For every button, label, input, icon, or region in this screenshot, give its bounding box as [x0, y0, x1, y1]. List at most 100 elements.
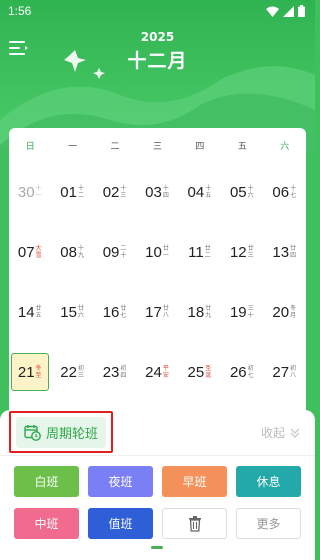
day-content: 06 十七 — [270, 173, 299, 211]
lunar-date: 初七 — [248, 365, 255, 379]
lunar-char: 七 — [120, 312, 127, 319]
lunar-date: 廿一 — [163, 245, 170, 259]
day-content: 10 廿一 — [143, 233, 172, 271]
day-cell[interactable]: 22 初三 — [51, 342, 93, 402]
shift-label: 更多 — [256, 517, 281, 531]
day-number: 01 — [60, 183, 77, 201]
day-cell[interactable]: 26 初七 — [221, 342, 263, 402]
lunar-char: 十 — [205, 185, 212, 192]
lunar-char: 廿 — [35, 305, 42, 312]
day-cell[interactable]: 14 廿五 — [9, 282, 51, 342]
day-cell[interactable]: 01 十二 — [51, 162, 93, 222]
lunar-date: 廿六 — [78, 305, 85, 319]
lunar-char: 九 — [77, 252, 84, 259]
lunar-char: 七 — [290, 192, 297, 199]
status-bar: 1:56 — [0, 0, 315, 22]
lunar-char: 三 — [77, 372, 84, 379]
lunar-char: 雪 — [35, 252, 42, 259]
shift-night-button[interactable]: 夜班 — [88, 466, 153, 497]
day-cell[interactable]: 24 平安 — [136, 342, 178, 402]
day-number: 06 — [272, 183, 290, 201]
lunar-date: 廿九 — [205, 305, 212, 319]
rotation-highlight[interactable]: 周期轮班 — [9, 411, 113, 453]
weekday-label: 二 — [110, 141, 120, 152]
day-number: 18 — [187, 303, 205, 321]
lunar-char: 一 — [35, 192, 42, 199]
day-cell[interactable]: 25 圣诞 — [179, 342, 221, 402]
lunar-char: 初 — [247, 365, 254, 372]
day-cell[interactable]: 17 廿八 — [136, 282, 178, 342]
lunar-char: 月 — [290, 312, 297, 319]
shift-label: 夜班 — [108, 475, 133, 489]
day-cell[interactable]: 10 廿一 — [136, 222, 178, 282]
day-content: 09 二十 — [101, 233, 130, 271]
periodic-rotation-label: 周期轮班 — [45, 426, 98, 442]
lunar-date: 初四 — [120, 365, 127, 379]
collapse-label: 收起 — [260, 426, 285, 440]
lunar-char: 十 — [120, 252, 127, 259]
day-cell[interactable]: 12 廿三 — [221, 222, 263, 282]
day-number: 26 — [229, 363, 247, 381]
lunar-char: 十 — [247, 185, 254, 192]
day-cell[interactable]: 15 廿六 — [51, 282, 93, 342]
day-cell[interactable]: 19 三十 — [221, 282, 263, 342]
day-cell[interactable]: 30 十一 — [9, 162, 51, 222]
shift-day-button[interactable]: 白班 — [14, 466, 79, 497]
shift-rest-button[interactable]: 休息 — [236, 466, 301, 497]
day-cell[interactable]: 02 十三 — [94, 162, 136, 222]
shift-duty-button[interactable]: 值班 — [88, 508, 153, 539]
lunar-date: 十二 — [78, 185, 85, 199]
day-number: 24 — [145, 363, 162, 381]
shift-buttons-grid: 白班 夜班 早班 休息中班 值班 更多 — [14, 466, 301, 539]
day-cell-selected[interactable]: 21 冬至 — [9, 342, 51, 402]
month-title[interactable]: 十二月 — [0, 46, 315, 73]
day-number: 14 — [17, 303, 35, 321]
day-cell[interactable]: 18 廿九 — [179, 282, 221, 342]
day-content: 30 十一 — [16, 173, 45, 211]
week-row: 30 十一 01 十二 02 十三 03 十四 04 十五 05 十六 06 十七 — [9, 162, 306, 222]
lunar-date: 廿二 — [205, 245, 212, 259]
day-cell[interactable]: 27 初八 — [264, 342, 306, 402]
day-cell[interactable]: 16 廿七 — [94, 282, 136, 342]
day-content: 22 初三 — [58, 353, 87, 391]
day-content: 03 十四 — [143, 173, 172, 211]
collapse-button[interactable]: 收起 — [261, 424, 301, 441]
shift-early-button[interactable]: 早班 — [162, 466, 227, 497]
day-cell[interactable]: 09 二十 — [94, 222, 136, 282]
delete-button[interactable] — [162, 508, 227, 539]
lunar-char: 九 — [205, 312, 212, 319]
day-cell[interactable]: 08 十九 — [51, 222, 93, 282]
day-cell[interactable]: 11 廿二 — [179, 222, 221, 282]
day-cell[interactable]: 03 十四 — [136, 162, 178, 222]
more-button[interactable]: 更多 — [236, 508, 301, 539]
day-content: 19 三十 — [228, 293, 257, 331]
day-cell[interactable]: 23 初四 — [94, 342, 136, 402]
day-content: 17 廿八 — [143, 293, 172, 331]
home-indicator[interactable] — [151, 546, 163, 549]
week-row: 14 廿五 15 廿六 16 廿七 17 廿八 18 廿九 19 三十 20 冬月 — [9, 282, 306, 342]
lunar-char: 平 — [162, 365, 169, 372]
lunar-date: 三十 — [248, 305, 255, 319]
signal-icon — [283, 5, 294, 17]
day-cell[interactable]: 05 十六 — [221, 162, 263, 222]
day-number: 08 — [60, 243, 77, 261]
lunar-char: 二 — [77, 192, 84, 199]
lunar-char: 五 — [205, 192, 212, 199]
periodic-rotation-button[interactable]: 周期轮班 — [15, 416, 106, 448]
day-cell[interactable]: 06 十七 — [264, 162, 306, 222]
day-cell[interactable]: 04 十五 — [179, 162, 221, 222]
lunar-date: 十九 — [78, 245, 85, 259]
lunar-char: 诞 — [205, 372, 212, 379]
day-content: 05 十六 — [228, 173, 257, 211]
day-content: 01 十二 — [58, 173, 87, 211]
lunar-char: 安 — [162, 372, 169, 379]
lunar-char: 十 — [77, 185, 84, 192]
day-content: 07 大雪 — [16, 233, 45, 271]
day-cell[interactable]: 07 大雪 — [9, 222, 51, 282]
weekday-label: 六 — [280, 141, 290, 152]
day-content: 15 廿六 — [58, 293, 87, 331]
day-cell[interactable]: 20 冬月 — [264, 282, 306, 342]
double-chevron-down-icon — [290, 428, 300, 438]
day-cell[interactable]: 13 廿四 — [264, 222, 306, 282]
shift-middle-button[interactable]: 中班 — [14, 508, 79, 539]
